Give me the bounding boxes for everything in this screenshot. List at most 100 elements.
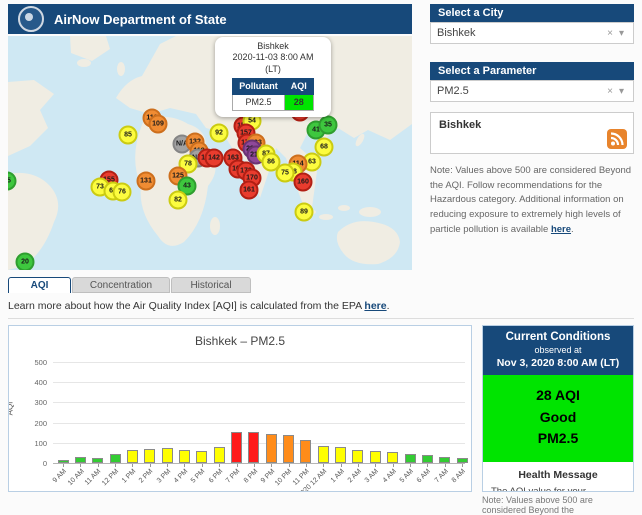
chart-bar[interactable] — [58, 460, 69, 463]
chevron-down-icon[interactable]: ▾ — [616, 28, 627, 39]
aqi-map-marker[interactable]: 85 — [119, 126, 138, 145]
chart-bar[interactable] — [352, 450, 363, 463]
chart-bar[interactable] — [214, 447, 225, 463]
aqi-map-marker[interactable]: 161 — [240, 181, 259, 200]
popup-city: Bishkek — [220, 41, 326, 52]
chart-bar[interactable] — [110, 454, 121, 463]
world-aqi-map[interactable]: 11210985N/A132118N/A13214278125438215573… — [8, 36, 412, 270]
aqi-map-marker[interactable]: 160 — [294, 173, 313, 192]
chart-bar[interactable] — [248, 432, 259, 463]
chart-bar[interactable] — [300, 440, 311, 463]
chart-x-tick — [237, 464, 238, 467]
chart-x-tick — [375, 464, 376, 467]
aqi-map-marker[interactable]: 109 — [149, 115, 168, 134]
aqi-map-marker[interactable]: 89 — [295, 203, 314, 222]
aqi-map-marker[interactable]: 131 — [137, 172, 156, 191]
tab-aqi[interactable]: AQI — [8, 277, 71, 293]
chart-gridline — [53, 402, 465, 403]
chart-bar[interactable] — [266, 434, 277, 463]
chart-x-tick-label: 2 PM — [138, 468, 155, 485]
chart-bar[interactable] — [422, 455, 433, 463]
chart-x-tick-label: 10 PM — [274, 468, 293, 487]
parameter-select-value: PM2.5 — [437, 85, 604, 97]
chart-x-tick — [323, 464, 324, 467]
chart-x-tick-label: 1 AM — [329, 468, 345, 484]
learn-more-text: Learn more about how the Air Quality Ind… — [8, 300, 364, 312]
chevron-down-icon[interactable]: ▾ — [616, 86, 627, 97]
chart-x-tick-label: 6 AM — [416, 468, 432, 484]
aqi-value: 28 AQI — [483, 385, 633, 407]
aqi-map-marker[interactable]: 82 — [169, 191, 188, 210]
aqi-pollutant: PM2.5 — [483, 428, 633, 450]
select-parameter-header: Select a Parameter — [430, 62, 634, 80]
chart-bar[interactable] — [75, 457, 86, 463]
parameter-select[interactable]: PM2.5 × ▾ — [430, 80, 634, 102]
chart-bar[interactable] — [387, 452, 398, 463]
chart-x-tick — [132, 464, 133, 467]
learn-more-period: . — [387, 300, 390, 312]
current-conditions-title: Current Conditions — [487, 331, 629, 343]
chart-bar[interactable] — [370, 451, 381, 463]
tab-historical[interactable]: Historical — [171, 277, 251, 293]
city-select[interactable]: Bishkek × ▾ — [430, 22, 634, 44]
chart-x-tick-label: 7 AM — [433, 468, 449, 484]
chart-x-tick — [271, 464, 272, 467]
health-message-text: The AQI value for your community is betw… — [483, 485, 633, 492]
aqi-map-marker[interactable]: 142 — [205, 149, 224, 168]
chart-x-tick-label: 12 PM — [101, 468, 120, 487]
chart-bar[interactable] — [318, 446, 329, 463]
chart-bar[interactable] — [335, 447, 346, 463]
learn-more-line: Learn more about how the Air Quality Ind… — [8, 300, 390, 312]
chart-x-tick — [341, 464, 342, 467]
chart-y-tick-label: 300 — [21, 398, 47, 407]
rss-icon[interactable] — [607, 129, 627, 149]
department-of-state-seal-logo — [18, 6, 44, 32]
chart-gridline — [53, 382, 465, 383]
sidebar-note-link[interactable]: here — [551, 224, 571, 235]
chart-bar[interactable] — [439, 457, 450, 463]
chart-bar[interactable] — [283, 435, 294, 463]
chart-bar[interactable] — [162, 448, 173, 463]
chart-x-tick-label: 4 PM — [173, 468, 190, 485]
clear-parameter-icon[interactable]: × — [604, 86, 616, 97]
chart-x-tick — [150, 464, 151, 467]
chart-x-tick — [445, 464, 446, 467]
app-header: AirNow Department of State — [8, 4, 412, 34]
chart-x-tick — [289, 464, 290, 467]
aqi-map-marker[interactable]: 92 — [210, 124, 229, 143]
chart-bar[interactable] — [196, 451, 207, 463]
chart-bar[interactable] — [144, 449, 155, 463]
aqi-map-marker[interactable]: 20 — [16, 253, 35, 271]
city-select-value: Bishkek — [437, 27, 604, 39]
chart-x-tick-label: 11 AM — [84, 468, 103, 487]
popup-timezone: (LT) — [220, 64, 326, 75]
tab-concentration[interactable]: Concentration — [72, 277, 170, 293]
chart-y-axis-label: AQI — [8, 402, 14, 416]
chart-bar[interactable] — [231, 432, 242, 463]
learn-more-link[interactable]: here — [364, 300, 386, 312]
chart-bar[interactable] — [179, 450, 190, 463]
aqi-category: Good — [483, 407, 633, 429]
aqi-map-marker[interactable]: 76 — [113, 183, 132, 202]
chart-x-tick — [410, 464, 411, 467]
chart-bar[interactable] — [405, 454, 416, 463]
chart-gridline — [53, 362, 465, 363]
chart-gridline — [53, 423, 465, 424]
chart-bar[interactable] — [92, 458, 103, 463]
chart-x-tick-label: 2 AM — [347, 468, 363, 484]
chart-x-tick — [98, 464, 99, 467]
chart-x-tick-label: 7 PM — [225, 468, 242, 485]
observed-at-label: observed at — [487, 345, 629, 355]
chart-x-tick-label: 4 AM — [381, 468, 397, 484]
chart-x-tick-label: 8 PM — [242, 468, 259, 485]
aqi-map-marker[interactable]: 35 — [319, 116, 338, 135]
aqi-map-marker[interactable]: 75 — [276, 164, 295, 183]
chart-x-tick-label: 3 AM — [364, 468, 380, 484]
feed-box: Bishkek — [430, 112, 634, 154]
chart-x-tick — [462, 464, 463, 467]
chart-x-tick-label: 6 PM — [208, 468, 225, 485]
chart-y-tick-label: 500 — [21, 358, 47, 367]
chart-bar[interactable] — [457, 458, 468, 463]
clear-city-icon[interactable]: × — [604, 28, 616, 39]
chart-bar[interactable] — [127, 450, 138, 463]
